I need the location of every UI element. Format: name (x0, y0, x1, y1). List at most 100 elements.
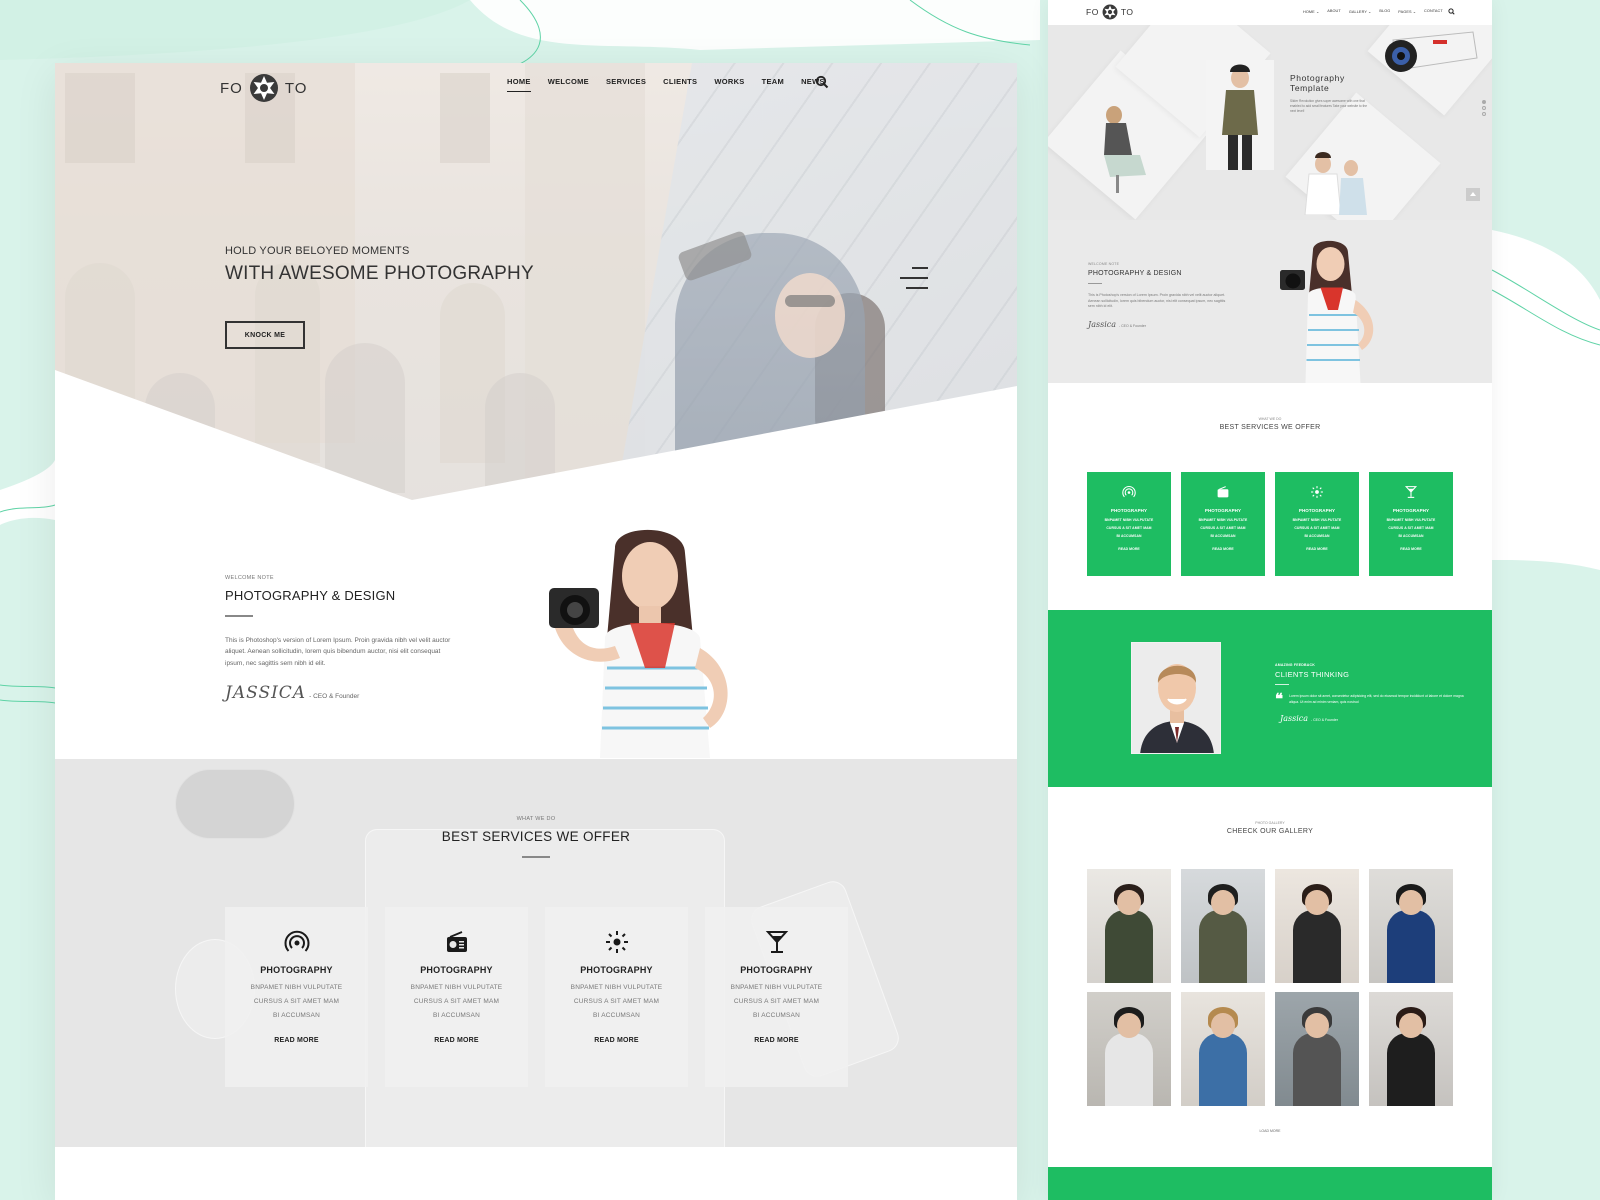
read-more-link[interactable]: READ MORE (1275, 547, 1359, 551)
services-title: BEST SERVICES WE OFFER (441, 829, 631, 844)
radio-icon (1216, 485, 1230, 499)
service-description-line: CURSUS A SIT AMET MAM (253, 998, 340, 1005)
service-title: PHOTOGRAPHY (260, 965, 333, 975)
service-title: PHOTOGRAPHY (1204, 508, 1242, 513)
footer-strip (1048, 1167, 1492, 1200)
service-description: BNPAMET NIBH VULPUTATE CURSUS A SIT AMET … (1181, 516, 1265, 540)
slider-pagination (1482, 100, 1486, 118)
scroll-to-top-button[interactable] (1466, 188, 1480, 201)
signature: Jassica - CEO & Founder (1088, 320, 1228, 329)
slider-dot[interactable] (1482, 112, 1486, 116)
mini-hero-slider: Photography Template Slider Revolution g… (1048, 25, 1492, 220)
read-more-link[interactable]: READ MORE (1369, 547, 1453, 551)
mini-service-card[interactable]: PHOTOGRAPHY BNPAMET NIBH VULPUTATE CURSUS … (1181, 472, 1265, 576)
search-icon[interactable] (1448, 8, 1455, 15)
mini-service-card[interactable]: PHOTOGRAPHY BNPAMET NIBH VULPUTATE CURSUS … (1369, 472, 1453, 576)
mini-hero-body: Slider Revolution gives super awesome wi… (1290, 99, 1368, 113)
mini-welcome-body: This is Photoshop's version of Lorem Ips… (1088, 293, 1226, 308)
read-more-link[interactable]: READ MORE (705, 1037, 848, 1044)
mini-nav-item[interactable]: ABOUT (1327, 9, 1341, 14)
service-description-line: CURSUS A SIT AMET MAM (1200, 526, 1246, 530)
logo-text-right: TO (284, 79, 308, 97)
hero-subtitle: HOLD YOUR BELOYED MOMENTS (225, 245, 410, 257)
nav-item-services[interactable]: SERVICES (606, 77, 646, 92)
gallery-item-woman-mirrored-sunglasses[interactable] (1275, 869, 1359, 983)
nav-item-works[interactable]: WORKS (714, 77, 744, 92)
mini-service-card[interactable]: PHOTOGRAPHY BNPAMET NIBH VULPUTATE CURSUS … (1087, 472, 1171, 576)
service-description-line: BI ACCUMSAN (753, 1012, 800, 1019)
quote-icon: ❝ (1275, 690, 1284, 708)
read-more-link[interactable]: READ MORE (1181, 547, 1265, 551)
service-card[interactable]: PHOTOGRAPHY BNPAMET NIBH VULPUTATE CURSUS … (705, 907, 848, 1087)
model-on-chair-image (1104, 106, 1146, 193)
read-more-link[interactable]: READ MORE (545, 1037, 688, 1044)
mini-nav-item[interactable]: CONTACT (1424, 9, 1443, 14)
read-more-link[interactable]: READ MORE (1087, 547, 1171, 551)
hero-title: WITH AWESOME PHOTOGRAPHY (225, 263, 534, 284)
gallery-item-woman-blue-coat[interactable] (1369, 869, 1453, 983)
service-description-line: BI ACCUMSAN (1116, 534, 1142, 538)
gallery-section: PHOTO GALLERY CHEECK OUR GALLERY LOAD MO… (1048, 787, 1492, 1167)
signature: Jassica - CEO & Founder (1280, 714, 1465, 723)
service-title: PHOTOGRAPHY (740, 965, 813, 975)
mini-services-section: WHAT WE DO BEST SERVICES WE OFFER PHOTOG… (1048, 383, 1492, 608)
mini-welcome-eyebrow: WELCOME NOTE (1088, 262, 1120, 266)
logo-text-left: FO (220, 79, 243, 97)
signature-name: Jassica (1088, 319, 1116, 329)
welcome-section: WELCOME NOTE PHOTOGRAPHY & DESIGN This i… (225, 575, 485, 703)
hamburger-menu-icon[interactable] (900, 267, 928, 297)
service-description-line: BNPAMET NIBH VULPUTATE (250, 984, 343, 991)
nav-item-welcome[interactable]: WELCOME (548, 77, 589, 92)
service-description: BNPAMET NIBH VULPUTATE CURSUS A SIT AMET … (385, 981, 528, 1023)
service-description: BNPAMET NIBH VULPUTATE CURSUS A SIT AMET … (705, 981, 848, 1023)
signature-name: JASSICA (225, 683, 307, 703)
nav-item-home[interactable]: HOME (507, 77, 531, 92)
service-description-line: CURSUS A SIT AMET MAM (1106, 526, 1152, 530)
mini-nav-item[interactable]: PAGES ⌄ (1398, 9, 1416, 14)
service-description-line: CURSUS A SIT AMET MAM (1388, 526, 1434, 530)
title-divider (1088, 283, 1102, 284)
load-more-button[interactable]: LOAD MORE (1048, 1129, 1492, 1133)
read-more-link[interactable]: READ MORE (225, 1037, 368, 1044)
service-description: BNPAMET NIBH VULPUTATE CURSUS A SIT AMET … (1369, 516, 1453, 540)
main-navigation: FO TO HOME WELCOME SERVICES CLIENTS WORKS TEA… (55, 63, 1017, 123)
mini-nav-item[interactable]: BLOG (1379, 9, 1390, 14)
service-title: PHOTOGRAPHY (420, 965, 493, 975)
service-description: BNPAMET NIBH VULPUTATE CURSUS A SIT AMET … (1275, 516, 1359, 540)
clients-testimonial-section: AMAZING FEEDBACK CLIENTS THINKING ❝ Lore… (1048, 610, 1492, 787)
gallery-title: CHEECK OUR GALLERY (1226, 828, 1314, 835)
search-icon[interactable] (815, 75, 829, 89)
slider-dot[interactable] (1482, 106, 1486, 110)
service-card[interactable]: PHOTOGRAPHY BNPAMET NIBH VULPUTATE CURSUS … (225, 907, 368, 1087)
knock-me-button[interactable]: KNOCK ME (225, 321, 305, 349)
service-card[interactable]: PHOTOGRAPHY BNPAMET NIBH VULPUTATE CURSUS … (545, 907, 688, 1087)
hero-angled-divider (55, 370, 1017, 583)
gallery-item-bearded-man-striped-shirt[interactable] (1087, 992, 1171, 1106)
logo[interactable]: FO TO (220, 73, 307, 103)
gallery-item-woman-hat-denim-dress[interactable] (1181, 992, 1265, 1106)
title-divider (1275, 684, 1289, 685)
signal-broadcast-icon (284, 929, 310, 955)
service-card[interactable]: PHOTOGRAPHY BNPAMET NIBH VULPUTATE CURSUS … (385, 907, 528, 1087)
sun-brightness-icon (1310, 485, 1324, 499)
gallery-item-man-camera-street[interactable] (1181, 869, 1265, 983)
nav-item-team[interactable]: TEAM (762, 77, 784, 92)
read-more-link[interactable]: READ MORE (385, 1037, 528, 1044)
gallery-item-woman-sunglasses-green-coat[interactable] (1087, 869, 1171, 983)
nav-item-clients[interactable]: CLIENTS (663, 77, 697, 92)
signature-role: - CEO & Founder (1119, 323, 1147, 328)
mini-nav-item[interactable]: GALLERY ⌄ (1349, 9, 1372, 14)
slider-dot[interactable] (1482, 100, 1486, 104)
mini-nav-item[interactable]: HOME ⌄ (1303, 9, 1319, 14)
mini-services-title: BEST SERVICES WE OFFER (1219, 424, 1321, 431)
service-description-line: CURSUS A SIT AMET MAM (573, 998, 660, 1005)
gallery-item-woman-black-dress-handbag[interactable] (1369, 992, 1453, 1106)
service-description-line: BNPAMET NIBH VULPUTATE (730, 984, 823, 991)
mini-logo[interactable]: FO TO (1086, 4, 1133, 20)
services-eyebrow: WHAT WE DO (516, 816, 556, 822)
service-description-line: BI ACCUMSAN (1304, 534, 1330, 538)
gallery-item-man-cap-camera[interactable] (1275, 992, 1359, 1106)
radio-icon (444, 929, 470, 955)
service-description-line: BI ACCUMSAN (273, 1012, 320, 1019)
mini-service-card[interactable]: PHOTOGRAPHY BNPAMET NIBH VULPUTATE CURSUS … (1275, 472, 1359, 576)
